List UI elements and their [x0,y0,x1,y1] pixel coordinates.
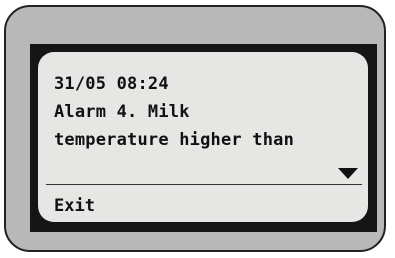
divider [46,184,362,185]
lcd-screen: 31/05 08:24 Alarm 4. Milk temperature hi… [38,52,368,222]
device-body: 31/05 08:24 Alarm 4. Milk temperature hi… [4,5,386,252]
alarm-detail-text: temperature higher than [54,130,295,150]
alarm-title-text: Alarm 4. Milk [54,102,190,122]
datetime-text: 31/05 08:24 [54,74,169,94]
exit-option[interactable]: Exit [54,196,95,216]
display-bezel: 31/05 08:24 Alarm 4. Milk temperature hi… [30,44,377,232]
triangle-down-icon[interactable] [338,168,358,179]
